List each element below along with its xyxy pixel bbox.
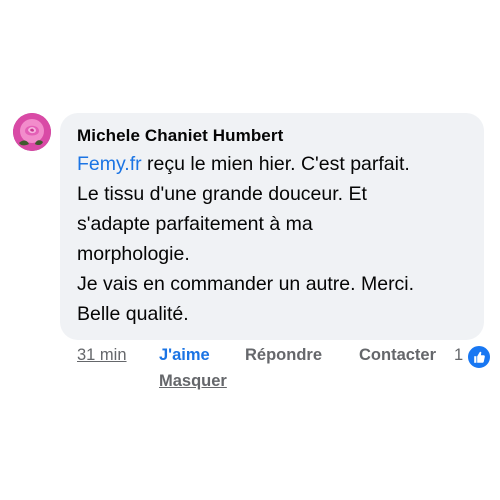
comment-body: Femy.fr reçu le mien hier. C'est parfait… [77,149,477,329]
thumbs-up-icon[interactable] [466,344,492,370]
comment-line-4: morphologie. [77,243,190,265]
comment-line-1: Femy.fr reçu le mien hier. C'est parfait… [77,149,477,179]
timestamp-link[interactable]: 31 min [77,346,127,365]
comment-actions: 31 min J'aime Répondre Contacter 1 Masqu… [77,344,497,394]
comment-bubble: Michele Chaniet Humbert Femy.fr reçu le … [60,113,484,340]
like-button[interactable]: J'aime [159,346,210,365]
reply-button[interactable]: Répondre [245,346,322,365]
comment-line-5: Je vais en commander un autre. Merci. [77,273,415,295]
comment-line-3: s'adapte parfaitement à ma [77,213,313,235]
comment-line-1-text: reçu le mien hier. C'est parfait. [141,153,410,175]
hide-button[interactable]: Masquer [159,372,227,391]
mention-link[interactable]: Femy.fr [77,153,142,175]
contact-button[interactable]: Contacter [359,346,436,365]
comment-line-2: Le tissu d'une grande douceur. Et [77,183,367,205]
comment: Michele Chaniet Humbert Femy.fr reçu le … [0,0,500,500]
comment-line-6: Belle qualité. [77,303,189,325]
comment-author[interactable]: Michele Chaniet Humbert [77,126,283,146]
avatar[interactable] [13,113,51,151]
reaction-count[interactable]: 1 [454,346,463,365]
rose-avatar-icon [13,113,51,151]
